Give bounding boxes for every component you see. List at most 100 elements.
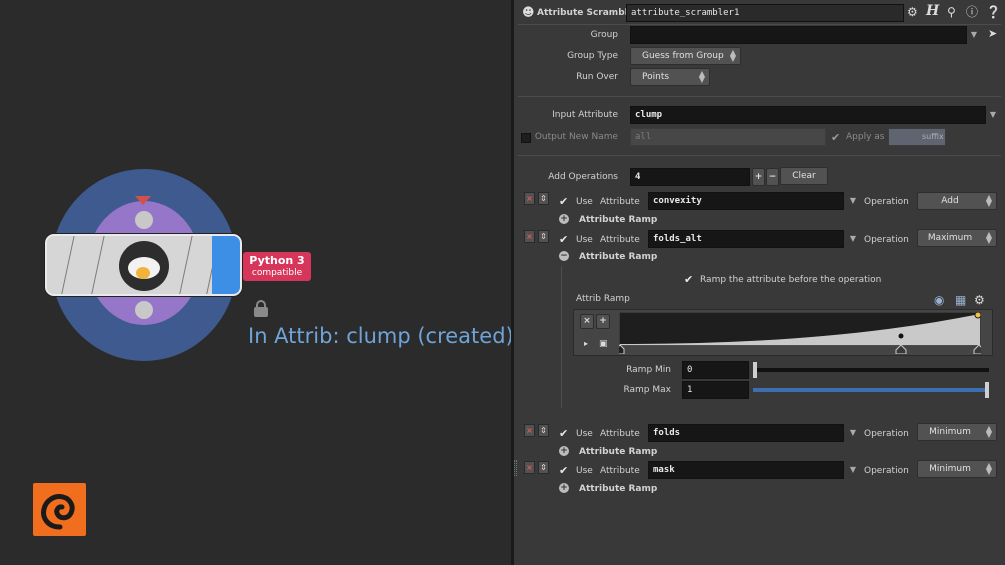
input-attribute-dropdown-icon[interactable]: ▼ [987,106,999,124]
run-over-value: Points [642,72,670,82]
ramp-save-icon[interactable]: ▦ [955,292,966,308]
expand-ramp-icon[interactable]: + [559,446,569,456]
node-stripe [59,236,76,294]
reorder-operation-icon[interactable]: ⇕ [538,192,549,205]
houdini-logo-icon [33,483,86,536]
use-check-icon[interactable]: ✔ [559,428,571,440]
reorder-operation-icon[interactable]: ⇕ [538,461,549,474]
select-arrow-icon[interactable]: ➤ [988,26,997,42]
output-new-name-label: Output New Name [534,132,618,142]
input-attribute-field[interactable]: clump [630,106,986,124]
run-over-menu[interactable]: Points ▲ ▼ [630,68,710,86]
reorder-operation-icon[interactable]: ⇕ [538,230,549,243]
use-check-icon[interactable]: ✔ [559,465,571,477]
group-type-label: Group Type [567,51,618,61]
node-name-field[interactable]: attribute_scrambler1 [626,4,904,22]
spinner-icon: ▲ ▼ [985,424,992,439]
ramp-before-label: Ramp the attribute before the operation [700,275,882,285]
collapse-ramp-icon[interactable]: − [559,251,569,261]
use-check-icon[interactable]: ✔ [559,234,571,246]
ramp-max-slider-handle[interactable] [985,382,989,398]
display-flag[interactable] [212,236,240,294]
operation-attribute-field[interactable]: folds_alt [648,230,844,248]
operation-attribute-field[interactable]: folds [648,424,844,442]
output-connector[interactable] [135,301,153,319]
operation-label: Operation [864,429,909,439]
spinner-icon: ▲ ▼ [729,48,736,63]
clear-operations-button[interactable]: Clear [780,167,828,185]
attribute-dropdown-icon[interactable]: ▼ [847,230,859,248]
node-type-icon: ☻ [522,5,535,19]
drag-handle[interactable] [514,460,517,476]
output-new-name-field[interactable]: all [630,128,826,146]
gear-icon[interactable]: ⚙ [907,4,918,20]
attribute-scrambler-node[interactable] [45,234,242,296]
ramp-before-check-icon[interactable]: ✔ [684,274,696,286]
attribute-dropdown-icon[interactable]: ▼ [847,424,859,442]
help-icon[interactable]: ❔ [986,4,1001,20]
ramp-min-field[interactable]: 0 [682,361,749,379]
operation-attribute-field[interactable]: convexity [648,192,844,210]
delete-operation-icon[interactable]: × [524,424,535,437]
add-operation-button[interactable]: + [752,168,765,186]
spinner-icon: ▲ ▼ [985,230,992,245]
ramp-key-start[interactable] [619,344,625,354]
group-field[interactable] [630,26,967,44]
group-type-menu[interactable]: Guess from Group ▲ ▼ [630,47,741,65]
attribute-label: Attribute [600,235,640,245]
delete-operation-icon[interactable]: × [524,230,535,243]
ramp-gear-icon[interactable]: ⚙ [974,292,985,308]
ramp-editor[interactable]: × + ▸ ▣ [573,309,993,356]
delete-operation-icon[interactable]: × [524,192,535,205]
apply-as-field[interactable]: suffix [888,128,946,146]
input-arrow-icon [135,196,151,205]
ramp-min-slider[interactable] [753,362,989,378]
ramp-add-point-button[interactable]: + [596,314,610,329]
node-stripe [89,236,106,294]
ramp-frame-icon[interactable]: ▣ [599,336,608,352]
apply-as-check-icon[interactable]: ✔ [831,132,843,144]
ramp-play-icon[interactable]: ▸ [584,336,588,352]
ramp-delete-point-button[interactable]: × [580,314,594,329]
ramp-preset-icon[interactable]: ◉ [934,292,944,308]
attribute-dropdown-icon[interactable]: ▼ [847,461,859,479]
reorder-operation-icon[interactable]: ⇕ [538,424,549,437]
lock-icon[interactable] [254,300,268,317]
operation-menu[interactable]: Add ▲ ▼ [917,192,997,210]
attribute-ramp-label[interactable]: Attribute Ramp [579,215,657,225]
expand-ramp-icon[interactable]: + [559,214,569,224]
ramp-curve[interactable] [619,312,981,354]
group-dropdown-icon[interactable]: ▼ [968,26,980,44]
node-icon-spot [136,267,150,279]
attribute-ramp-label[interactable]: Attribute Ramp [579,484,657,494]
delete-operation-icon[interactable]: × [524,461,535,474]
attribute-dropdown-icon[interactable]: ▼ [847,192,859,210]
operation-attribute-field[interactable]: mask [648,461,844,479]
ramp-point-end[interactable] [974,312,981,319]
operation-menu[interactable]: Maximum ▲ ▼ [917,229,997,247]
operation-menu[interactable]: Minimum ▲ ▼ [917,460,997,478]
houdini-help-icon[interactable]: H [926,3,939,19]
attribute-ramp-label[interactable]: Attribute Ramp [579,447,657,457]
output-new-name-toggle[interactable] [521,133,531,143]
search-icon[interactable]: ⚲ [947,4,956,20]
ramp-key-mid[interactable] [895,344,907,354]
attribute-ramp-label[interactable]: Attribute Ramp [579,252,657,262]
ramp-min-slider-handle[interactable] [753,362,757,378]
add-operations-field[interactable]: 4 [630,168,750,186]
ramp-point-mid[interactable] [898,333,904,339]
attribute-label: Attribute [600,466,640,476]
network-view[interactable]: Python 3 compatible In Attrib: clump (cr… [0,0,514,565]
run-over-label: Run Over [576,72,618,82]
ramp-key-end[interactable] [973,344,981,354]
use-label: Use [576,466,593,476]
ramp-max-field[interactable]: 1 [682,381,749,399]
operation-menu[interactable]: Minimum ▲ ▼ [917,423,997,441]
ramp-max-slider[interactable] [753,382,989,398]
remove-operation-button[interactable]: − [766,168,779,186]
info-icon[interactable]: ⓘ [966,4,978,20]
input-connector[interactable] [135,211,153,229]
use-check-icon[interactable]: ✔ [559,196,571,208]
header-separator [518,24,1001,25]
expand-ramp-icon[interactable]: + [559,483,569,493]
